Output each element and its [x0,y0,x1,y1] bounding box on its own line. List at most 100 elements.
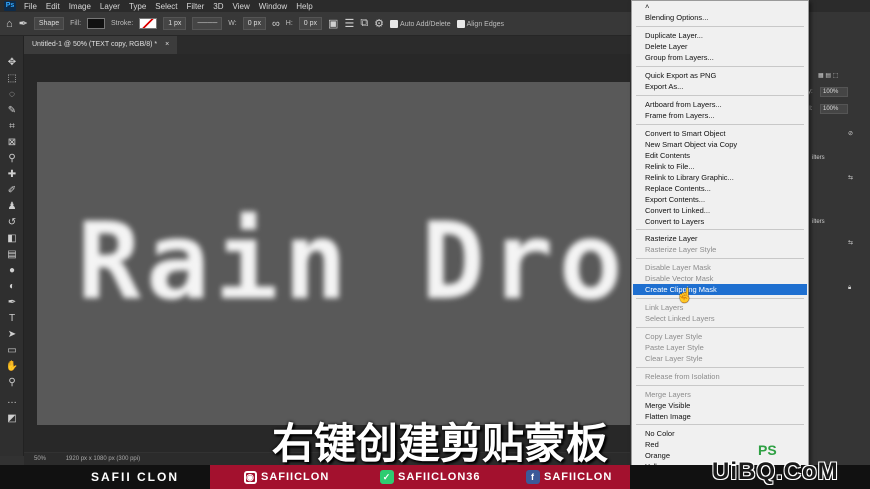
close-icon[interactable]: × [165,41,169,48]
menu-item-export-as[interactable]: Export As... [633,81,807,92]
stroke-width-field[interactable]: 1 px [163,17,187,30]
move-tool-icon[interactable]: ✥ [4,56,20,70]
hand-tool-icon[interactable]: ✋ [4,360,20,374]
path-selection-tool-icon[interactable]: ➤ [4,328,20,342]
menu-layer[interactable]: Layer [100,2,120,11]
stroke-swatch[interactable] [139,18,158,29]
menu-item-edit-contents[interactable]: Edit Contents [633,150,807,161]
menu-item-disable-layer-mask: Disable Layer Mask [645,263,711,272]
marquee-tool-icon[interactable]: ⬚ [4,72,20,86]
link-icon[interactable]: ∞ [272,18,280,30]
menu-item-artboard-from-layers[interactable]: Artboard from Layers... [633,99,807,110]
menu-3d[interactable]: 3D [213,2,223,11]
menu-item-group-from-layers[interactable]: Group from Layers... [633,52,807,63]
menu-select[interactable]: Select [155,2,177,11]
menu-item-export-contents[interactable]: Export Contents... [633,194,807,205]
document-tab-title: Untitled-1 @ 50% (TEXT copy, RGB/8) * [32,41,158,48]
menu-item-relink-file[interactable]: Relink to File... [633,161,807,172]
more-tools-icon[interactable]: … [4,394,20,408]
watermark-ps: PS [758,442,777,458]
dodge-tool-icon[interactable]: ◐ [4,280,20,294]
menu-item-replace-contents[interactable]: Replace Contents... [633,183,807,194]
menu-item-create-clipping-mask[interactable]: Create Clipping Mask [633,284,807,295]
panel-filter-icons[interactable]: ▦ ▤ ⬚ [818,72,838,79]
auto-add-delete-checkbox[interactable]: Auto Add/Delete [390,19,451,28]
crop-tool-icon[interactable]: ⌗ [4,120,20,134]
menu-edit[interactable]: Edit [46,2,60,11]
canvas-area[interactable]: Rain Drop [24,54,630,452]
eyedropper-tool-icon[interactable]: ⚲ [4,152,20,166]
path-alignment-icon[interactable]: ☰ [344,17,354,30]
menu-item-frame-from-layers[interactable]: Frame from Layers... [633,110,807,121]
vine-label: SAFIICLON36 [398,471,481,483]
menu-item-copy-layer-style: Copy Layer Style [645,332,703,341]
mode-select[interactable]: Shape [33,17,65,30]
menu-help[interactable]: Help [296,2,312,11]
home-icon[interactable]: ⌂ [6,18,13,30]
menu-filter[interactable]: Filter [187,2,205,11]
zoom-level[interactable]: 50% [34,456,46,462]
menu-item-flatten-image[interactable]: Flatten Image [633,411,807,422]
menu-item-convert-to-linked[interactable]: Convert to Linked... [633,205,807,216]
menu-item-convert-to-layers[interactable]: Convert to Layers [633,216,807,227]
menu-item-merge-visible[interactable]: Merge Visible [633,400,807,411]
menu-type[interactable]: Type [129,2,146,11]
width-field[interactable]: 0 px [242,17,266,30]
pen-tool-icon[interactable]: ✒ [19,17,28,30]
menu-item-duplicate-layer[interactable]: Duplicate Layer... [633,30,807,41]
layers-panel: ▦ ▤ ⬚ y: 100% ll: 100% ilters ilters ⊘ ⇆… [808,12,870,465]
clone-stamp-tool-icon[interactable]: ♟ [4,200,20,214]
healing-brush-tool-icon[interactable]: ✚ [4,168,20,182]
menu-item-rasterize-layer[interactable]: Rasterize Layer [633,233,807,244]
document-tab[interactable]: Untitled-1 @ 50% (TEXT copy, RGB/8) * × [24,36,178,54]
document-canvas[interactable]: Rain Drop [37,82,630,425]
menu-image[interactable]: Image [69,2,91,11]
menu-separator [636,124,804,125]
fill-field[interactable]: 100% [820,104,848,114]
lasso-tool-icon[interactable]: ◌ [4,88,20,102]
path-arrangement-icon[interactable]: ⧉ [360,17,368,30]
social-banner: ◉ SAFIICLON ✓ SAFIICLON36 f SAFIICLON [210,465,630,489]
menu-view[interactable]: View [233,2,250,11]
rectangle-tool-icon[interactable]: ▭ [4,344,20,358]
gradient-tool-icon[interactable]: ▤ [4,248,20,262]
zoom-tool-icon[interactable]: ⚲ [4,376,20,390]
menu-item-convert-smart-object[interactable]: Convert to Smart Object [633,128,807,139]
type-tool-icon[interactable]: T [4,312,20,326]
pen-tool-icon[interactable]: ✒ [4,296,20,310]
menu-item-relink-library[interactable]: Relink to Library Graphic... [633,172,807,183]
stroke-type-select[interactable]: ──── [192,17,223,30]
align-edges-checkbox[interactable]: Align Edges [456,19,504,28]
color-swatches-icon[interactable]: ◩ [4,412,20,426]
quick-select-tool-icon[interactable]: ✎ [4,104,20,118]
lock-icon[interactable]: 🔒︎ [848,285,851,292]
menu-scroll-up-icon[interactable]: ˄ [633,3,807,11]
history-brush-tool-icon[interactable]: ↺ [4,216,20,230]
document-info[interactable]: 1920 px x 1080 px (300 ppi) [66,456,140,462]
menu-item-blending-options[interactable]: Blending Options... [633,12,807,23]
height-field[interactable]: 0 px [298,17,323,30]
menu-item-delete-layer[interactable]: Delete Layer [633,41,807,52]
menu-item-new-smart-object-copy[interactable]: New Smart Object via Copy [633,139,807,150]
photoshop-logo[interactable]: Ps [4,1,16,11]
menu-item-clear-layer-style: Clear Layer Style [645,354,703,363]
menu-item-no-color[interactable]: No Color [633,428,807,439]
gear-icon[interactable]: ⚙ [374,17,384,30]
layer-link-icon[interactable]: ⊘ [848,130,853,137]
blur-tool-icon[interactable]: ● [4,264,20,278]
fill-swatch[interactable] [87,18,106,29]
menu-item-quick-export-png[interactable]: Quick Export as PNG [633,70,807,81]
opacity-field[interactable]: 100% [820,87,848,97]
brush-tool-icon[interactable]: ✐ [4,184,20,198]
path-operations-icon[interactable]: ▣ [328,17,338,30]
hand-cursor-icon: ☝ [676,287,694,303]
filter-options-icon[interactable]: ⇆ [848,239,853,246]
filter-options-icon[interactable]: ⇆ [848,174,853,181]
menu-item-merge-layers: Merge Layers [645,390,691,399]
frame-tool-icon[interactable]: ⊠ [4,136,20,150]
menu-file[interactable]: File [24,2,37,11]
auto-add-delete-label: Auto Add/Delete [400,20,451,28]
menu-window[interactable]: Window [259,2,287,11]
eraser-tool-icon[interactable]: ◧ [4,232,20,246]
menu-separator [636,327,804,328]
